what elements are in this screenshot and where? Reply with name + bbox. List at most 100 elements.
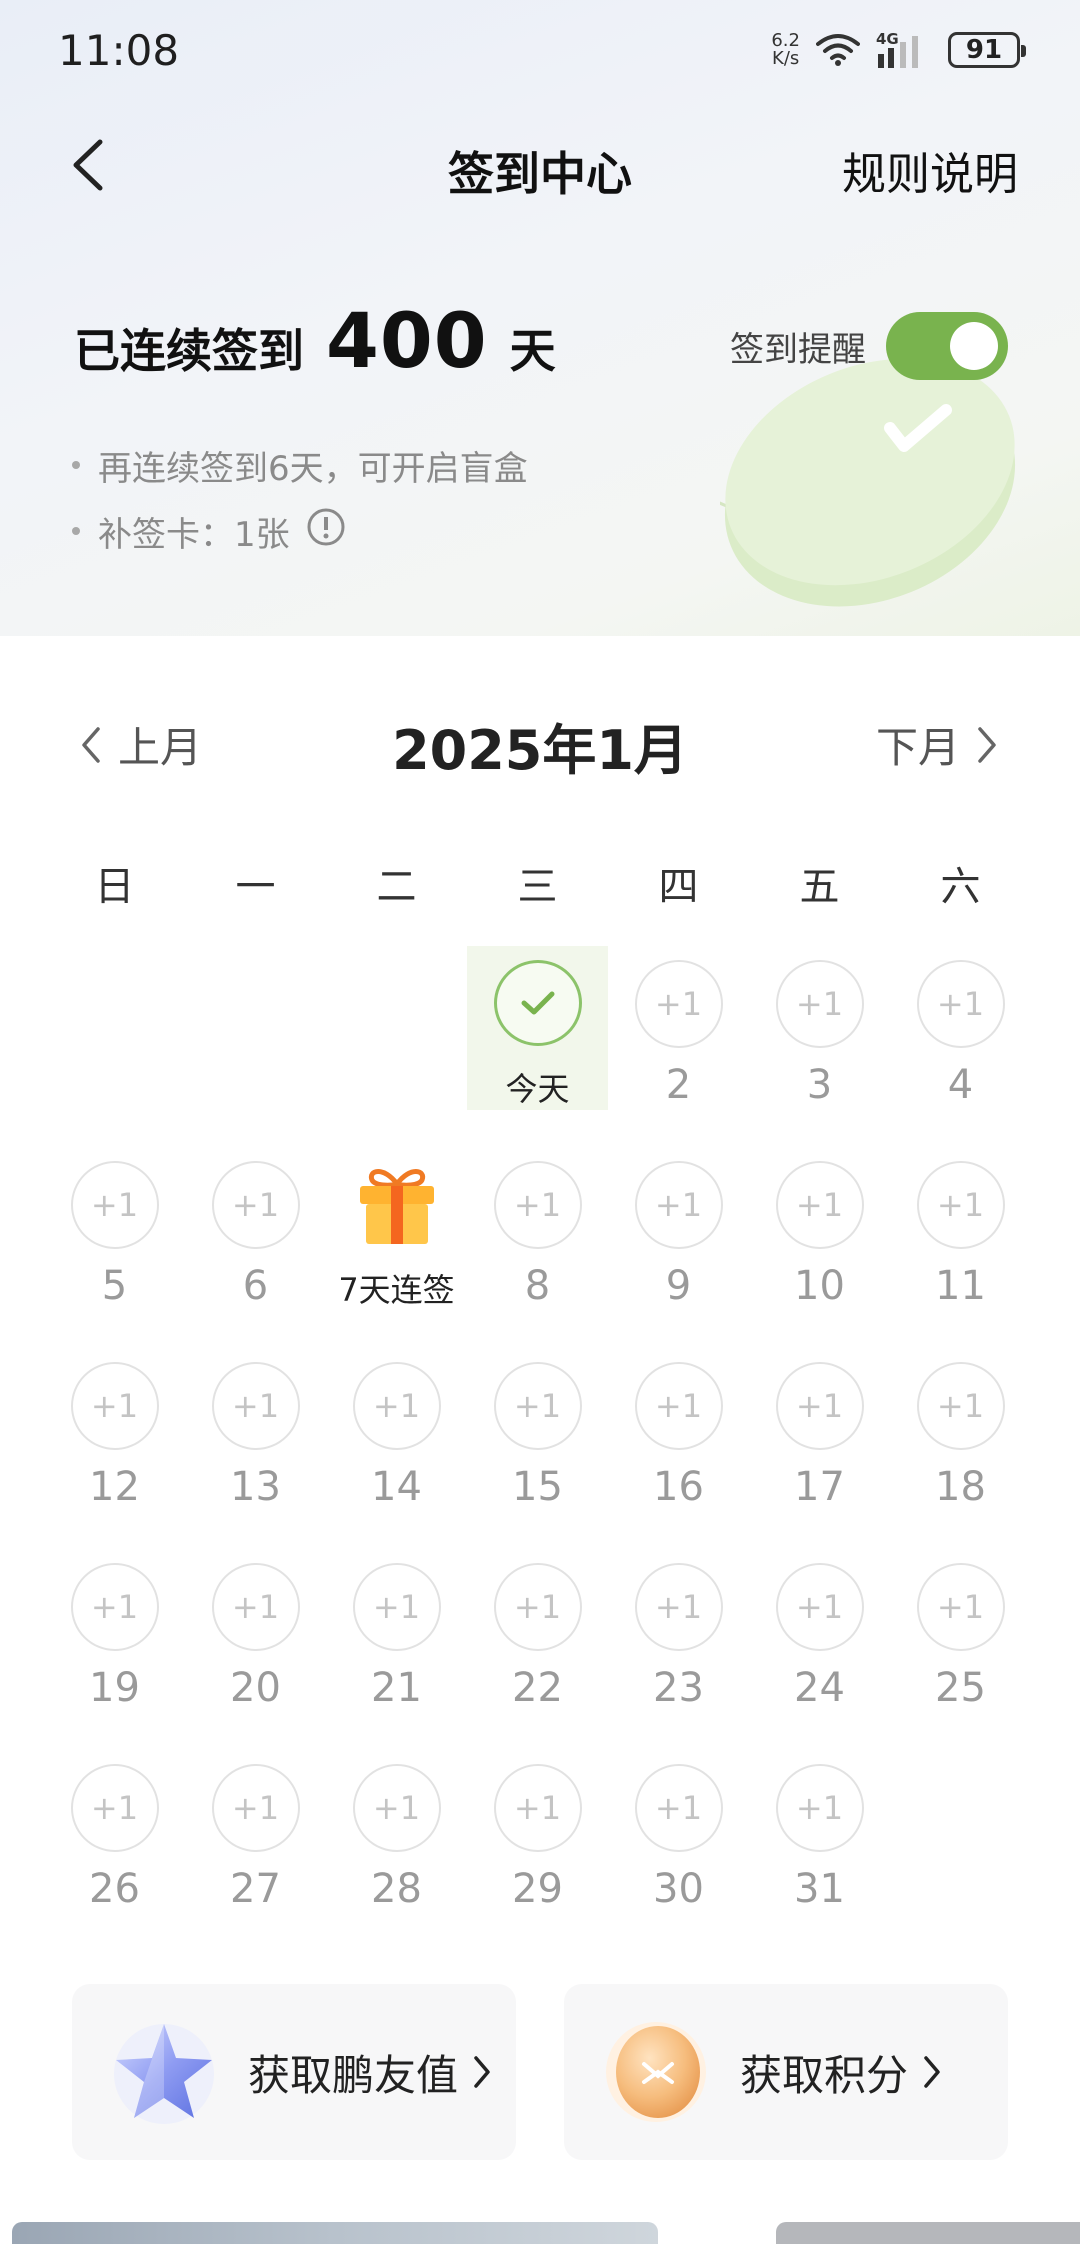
bullet-dot	[72, 461, 80, 469]
calendar-week: 今天 +1 2 +1 3 +1 4	[44, 946, 1036, 1147]
calendar-week: +1 19 +1 20 +1 21 +1 22 +1 23 +1 24 +1 25	[44, 1549, 1036, 1750]
day-number: 26	[89, 1866, 140, 1912]
day-number: 22	[512, 1665, 563, 1711]
get-points-button[interactable]: 获取积分	[564, 1984, 1008, 2160]
day-points-circle[interactable]: +1	[775, 960, 864, 1048]
day-number: 28	[371, 1866, 422, 1912]
next-month-label: 下月	[875, 723, 960, 772]
cellular-signal-icon: 4G	[876, 30, 932, 70]
weekday-wed: 三	[517, 864, 558, 910]
day-number: 27	[230, 1866, 281, 1912]
get-friend-value-button[interactable]: 获取鹏友值	[72, 1984, 516, 2160]
day-points-circle[interactable]: +1	[916, 1563, 1005, 1651]
reminder-label: 签到提醒	[730, 329, 866, 370]
info-item-blind-box: 再连续签到6天，可开启盲盒	[72, 432, 528, 498]
day-number: 30	[653, 1866, 704, 1912]
calendar-day: +1 20	[185, 1549, 326, 1713]
calendar-day: +1 24	[749, 1549, 890, 1713]
day-points-circle[interactable]: +1	[916, 960, 1005, 1048]
day-points-circle[interactable]: +1	[775, 1764, 864, 1852]
day-points-circle[interactable]: +1	[70, 1362, 159, 1450]
day-number: 23	[653, 1665, 704, 1711]
calendar-day: +1 10	[749, 1147, 890, 1311]
day-number: 8	[524, 1263, 551, 1309]
next-month-button[interactable]: 下月	[876, 714, 998, 775]
weekday-sat: 六	[940, 864, 981, 910]
day-points-circle[interactable]: +1	[70, 1161, 159, 1249]
day-number: 5	[101, 1263, 128, 1309]
day-number: 10	[794, 1263, 845, 1309]
day-points-circle[interactable]: +1	[493, 1362, 582, 1450]
day-points-circle[interactable]: +1	[634, 1764, 723, 1852]
calendar-day-today: 今天	[467, 946, 608, 1110]
calendar-week: +1 26 +1 27 +1 28 +1 29 +1 30 +1 31	[44, 1750, 1036, 1951]
info-icon[interactable]	[306, 507, 346, 556]
weekday-mon: 一	[235, 864, 276, 910]
day-points-circle[interactable]: +1	[775, 1362, 864, 1450]
calendar-day: +1 13	[185, 1348, 326, 1512]
day-points-circle[interactable]: +1	[70, 1764, 159, 1852]
day-number: 29	[512, 1866, 563, 1912]
calendar-day: +1 18	[890, 1348, 1031, 1512]
day-points-circle[interactable]: +1	[211, 1362, 300, 1450]
streak-summary: 已连续签到 400 天	[74, 296, 556, 385]
day-number: 11	[935, 1263, 986, 1309]
network-speed: 6.2 K/s	[771, 32, 800, 68]
day-points-circle[interactable]: +1	[775, 1161, 864, 1249]
day-points-circle[interactable]: +1	[916, 1362, 1005, 1450]
calendar-day: +1 4	[890, 946, 1031, 1110]
day-points-circle[interactable]: +1	[775, 1563, 864, 1651]
day-points-circle[interactable]: +1	[634, 1563, 723, 1651]
day-points-circle[interactable]: +1	[352, 1764, 441, 1852]
banner-image-peek[interactable]	[12, 2222, 658, 2244]
calendar-day: +1 3	[749, 946, 890, 1110]
check-circle-icon[interactable]	[493, 960, 582, 1046]
day-points-circle[interactable]: +1	[634, 1161, 723, 1249]
day-number: 3	[806, 1062, 833, 1108]
header-area: 11:08 6.2 K/s 4G 91 签到中心 规则说明 已连续签到 400 …	[0, 0, 1080, 636]
reminder-toggle[interactable]	[886, 312, 1008, 380]
day-points-circle[interactable]: +1	[916, 1161, 1005, 1249]
weekday-fri: 五	[799, 864, 840, 910]
calendar-day: +1 31	[749, 1750, 890, 1914]
calendar-day: +1 21	[326, 1549, 467, 1713]
streak-days: 400	[326, 296, 488, 385]
day-points-circle[interactable]: +1	[634, 1362, 723, 1450]
day-number: 15	[512, 1464, 563, 1510]
makeup-card-count: 补签卡：1张	[98, 514, 290, 555]
status-bar: 11:08 6.2 K/s 4G 91	[0, 0, 1080, 100]
calendar-day: +1 22	[467, 1549, 608, 1713]
gift-box-icon[interactable]	[353, 1161, 441, 1249]
gift-label: 7天连签	[338, 1271, 455, 1309]
calendar-week: +1 12 +1 13 +1 14 +1 15 +1 16 +1 17 +1 18	[44, 1348, 1036, 1549]
day-points-circle[interactable]: +1	[211, 1764, 300, 1852]
reminder-setting: 签到提醒	[730, 312, 1008, 380]
calendar-day: +1 16	[608, 1348, 749, 1512]
day-number: 13	[230, 1464, 281, 1510]
day-number: 21	[371, 1665, 422, 1711]
calendar-day: +1 23	[608, 1549, 749, 1713]
day-points-circle[interactable]: +1	[493, 1563, 582, 1651]
day-points-circle[interactable]: +1	[352, 1362, 441, 1450]
day-points-circle[interactable]: +1	[493, 1764, 582, 1852]
calendar-day: +1 19	[44, 1549, 185, 1713]
calendar-day: +1 30	[608, 1750, 749, 1914]
day-points-circle[interactable]: +1	[211, 1563, 300, 1651]
day-points-circle[interactable]: +1	[211, 1161, 300, 1249]
calendar-day: +1 27	[185, 1750, 326, 1914]
today-label: 今天	[505, 1070, 570, 1108]
calendar-card: 上月 2025年1月 下月 日 一 二 三 四 五 六 今天 +1 2 +1 3 +1 4 +…	[0, 636, 1080, 1936]
calendar-week: +1 5 +1 6 7天连签 +1 8 +1 9 +1 10 +1 11	[44, 1147, 1036, 1348]
day-number: 4	[947, 1062, 974, 1108]
weekday-header: 日 一 二 三 四 五 六	[44, 854, 1036, 912]
day-points-circle[interactable]: +1	[634, 960, 723, 1048]
day-points-circle[interactable]: +1	[70, 1563, 159, 1651]
toggle-knob	[950, 322, 998, 370]
day-points-circle[interactable]: +1	[352, 1563, 441, 1651]
banner-image-peek[interactable]	[776, 2222, 1080, 2244]
battery-level: 91	[965, 35, 1003, 65]
points-label: 获取积分	[740, 2050, 909, 2100]
wifi-icon	[816, 33, 860, 67]
day-points-circle[interactable]: +1	[493, 1161, 582, 1249]
rules-link[interactable]: 规则说明	[842, 138, 1018, 202]
